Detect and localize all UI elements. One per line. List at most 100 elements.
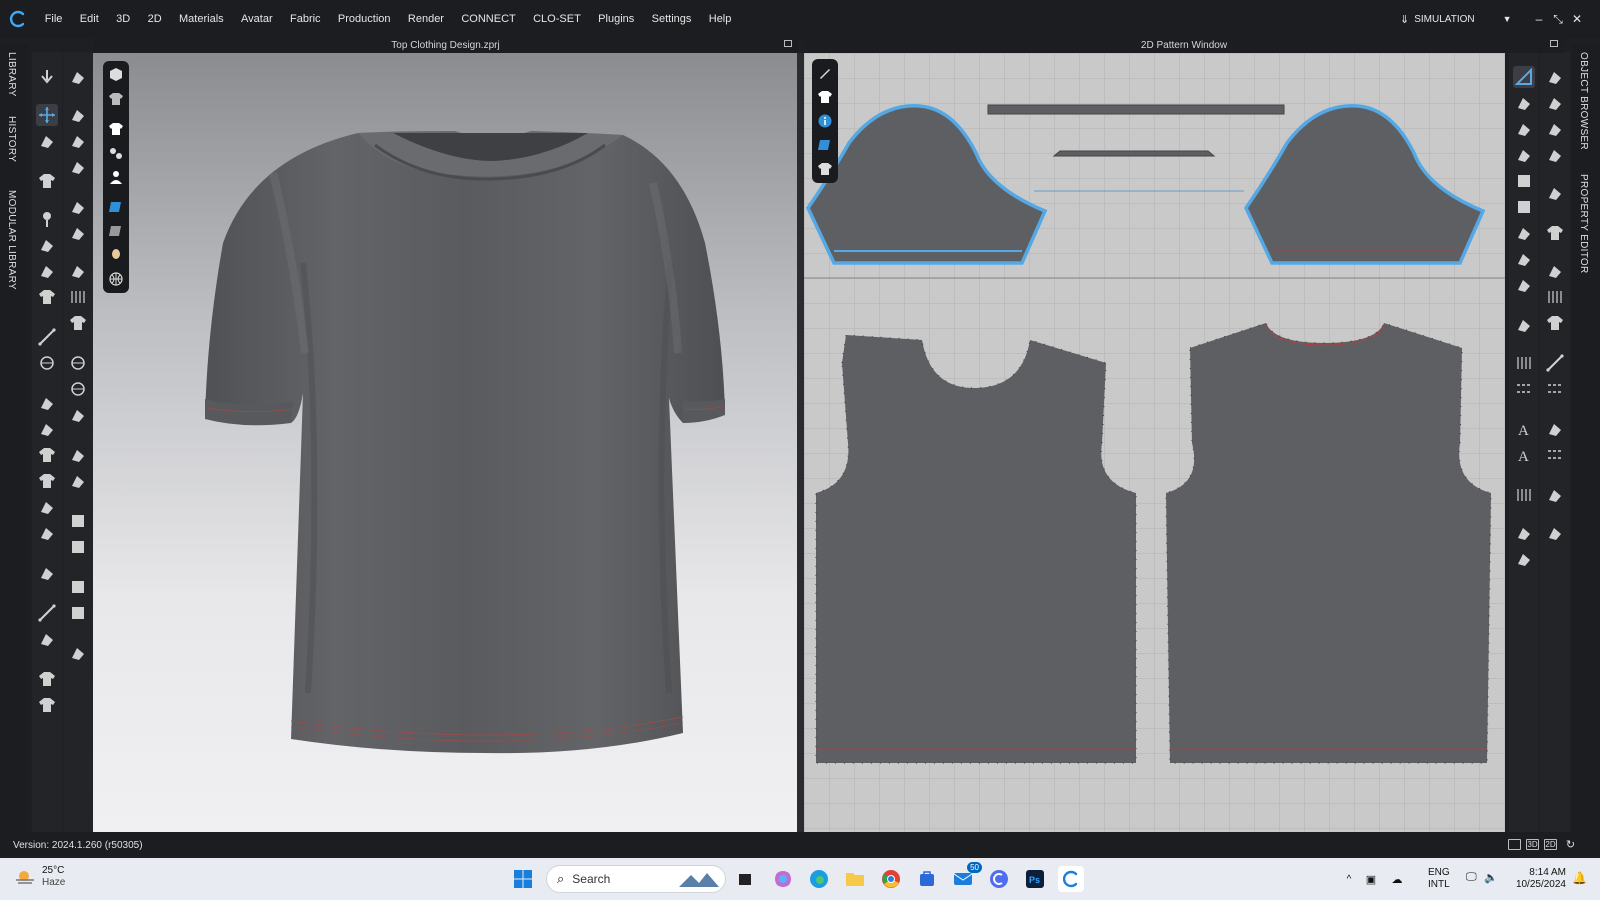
- table-tool-icon[interactable]: [1544, 522, 1566, 544]
- tack-tool-icon[interactable]: [36, 470, 58, 492]
- network-icon[interactable]: 🖵: [1466, 871, 1477, 884]
- shirt-icon[interactable]: [105, 117, 127, 141]
- clock[interactable]: 8:14 AM 10/25/2024: [1508, 867, 1566, 891]
- layout-split-icon[interactable]: [1508, 839, 1521, 850]
- sewing-machine-icon[interactable]: [1544, 182, 1566, 204]
- internal-shape-icon[interactable]: [1513, 170, 1535, 192]
- menu-settings[interactable]: Settings: [643, 0, 700, 38]
- style-line-icon[interactable]: [36, 418, 58, 440]
- menu-materials[interactable]: Materials: [170, 0, 232, 38]
- simulate-fast-icon[interactable]: [67, 130, 89, 152]
- handle-tool-icon[interactable]: [67, 642, 89, 664]
- grain-tool-icon[interactable]: [1513, 484, 1535, 506]
- seam-allowance-icon[interactable]: [1513, 378, 1535, 400]
- menu-file[interactable]: File: [36, 0, 71, 38]
- avatar-walk-icon[interactable]: [67, 66, 89, 88]
- garment-fit-icon[interactable]: [67, 312, 89, 334]
- menu-production[interactable]: Production: [329, 0, 399, 38]
- trace-tool-icon[interactable]: [1513, 222, 1535, 244]
- simulation-mode-dropdown[interactable]: ⇓ SIMULATION ▼: [1400, 0, 1518, 38]
- topstitch-icon[interactable]: [1544, 444, 1566, 466]
- trim-tool-icon[interactable]: [67, 404, 89, 426]
- text-tool-icon[interactable]: A: [1513, 418, 1535, 440]
- split-tool-icon[interactable]: [1513, 314, 1535, 336]
- rotate-tool-icon[interactable]: [36, 352, 58, 374]
- clo-browser-icon[interactable]: [986, 866, 1012, 892]
- edge-browser-icon[interactable]: [806, 866, 832, 892]
- copilot-icon[interactable]: [770, 866, 796, 892]
- weather-widget[interactable]: 25°C Haze: [14, 865, 65, 889]
- pin-tool-icon[interactable]: [36, 208, 58, 230]
- fabric-assign-icon[interactable]: [1544, 260, 1566, 282]
- pen-icon[interactable]: [814, 61, 836, 85]
- layer-tool-icon[interactable]: [67, 576, 89, 598]
- globe-tool-icon[interactable]: [67, 352, 89, 374]
- link-2d-icon[interactable]: [1544, 484, 1566, 506]
- menu-fabric[interactable]: Fabric: [281, 0, 329, 38]
- text-style-icon[interactable]: A: [1513, 444, 1535, 466]
- view-2d-button[interactable]: 2D: [1544, 839, 1557, 850]
- 2d-pattern-window[interactable]: [804, 53, 1505, 832]
- texture-icon[interactable]: [105, 195, 127, 219]
- garment-display-icon[interactable]: [105, 87, 127, 111]
- panel-tool-icon[interactable]: [67, 536, 89, 558]
- free-sewing-icon[interactable]: [1513, 548, 1535, 570]
- onedrive-icon[interactable]: ▣: [1358, 873, 1384, 886]
- info-icon[interactable]: [814, 109, 836, 133]
- language-indicator[interactable]: ENG INTL: [1428, 867, 1450, 891]
- transform-move-icon[interactable]: [36, 104, 58, 126]
- sheet-tool-icon[interactable]: [67, 602, 89, 624]
- arrange-tool-icon[interactable]: [36, 562, 58, 584]
- measure-line-icon[interactable]: [36, 326, 58, 348]
- tab-history[interactable]: HISTORY: [6, 116, 17, 162]
- line-2d-icon[interactable]: [1544, 352, 1566, 374]
- select-mesh-icon[interactable]: [36, 130, 58, 152]
- button-tool-icon[interactable]: [36, 496, 58, 518]
- offset-tool-icon[interactable]: [1513, 248, 1535, 270]
- tab-library[interactable]: LIBRARY: [6, 52, 17, 97]
- tab-property-editor[interactable]: PROPERTY EDITOR: [1578, 174, 1589, 274]
- store-icon[interactable]: [914, 866, 940, 892]
- pin-down-icon[interactable]: [67, 470, 89, 492]
- ruler-tool-icon[interactable]: [36, 628, 58, 650]
- piece-2d-icon[interactable]: [1544, 312, 1566, 334]
- tab-modular-library[interactable]: MODULAR LIBRARY: [6, 190, 17, 290]
- zipper-tool-icon[interactable]: [36, 522, 58, 544]
- volume-icon[interactable]: 🔈: [1484, 871, 1498, 884]
- cloud-sync-icon[interactable]: ☁: [1384, 873, 1410, 886]
- rectangle-tool-icon[interactable]: [1513, 92, 1535, 114]
- chrome-icon[interactable]: [878, 866, 904, 892]
- notch-tool-icon[interactable]: [1513, 274, 1535, 296]
- menu-edit[interactable]: Edit: [71, 0, 107, 38]
- fabric-shirt-icon[interactable]: [36, 668, 58, 690]
- edit-pattern-icon[interactable]: [67, 196, 89, 218]
- brush-tool-icon[interactable]: [36, 392, 58, 414]
- minimize-button[interactable]: –: [1530, 10, 1548, 28]
- dart-tool-icon[interactable]: [1513, 144, 1535, 166]
- download-arrow-icon[interactable]: [36, 66, 58, 88]
- task-view-icon[interactable]: [732, 866, 758, 892]
- polygon-tool-icon[interactable]: [1513, 66, 1535, 88]
- pin-up-icon[interactable]: [67, 444, 89, 466]
- avatar-garment-icon[interactable]: [36, 286, 58, 308]
- maximize-2d-icon[interactable]: [1550, 40, 1558, 47]
- view-divider[interactable]: [797, 53, 804, 832]
- garment-2d-icon[interactable]: [814, 157, 836, 181]
- menu-render[interactable]: Render: [399, 0, 452, 38]
- maximize-3d-icon[interactable]: [784, 40, 792, 47]
- simulate-hd-icon[interactable]: [67, 156, 89, 178]
- cut-tool-icon[interactable]: [1544, 144, 1566, 166]
- graphic-tool-icon[interactable]: [67, 378, 89, 400]
- mail-icon[interactable]: 50: [950, 862, 982, 892]
- fold-tool-icon[interactable]: [36, 234, 58, 256]
- cube-view-icon[interactable]: [105, 63, 127, 87]
- render-mode-icon[interactable]: [105, 219, 127, 243]
- 3d-garment-window[interactable]: [93, 53, 798, 832]
- menu-plugins[interactable]: Plugins: [589, 0, 642, 38]
- clo-logo-icon[interactable]: [0, 0, 36, 38]
- fit-tool-icon[interactable]: [36, 444, 58, 466]
- avatar-icon[interactable]: [105, 165, 127, 189]
- measure-2d-icon[interactable]: [1544, 418, 1566, 440]
- chevron-up-icon[interactable]: ^: [1340, 874, 1358, 885]
- shirt-icon[interactable]: [814, 85, 836, 109]
